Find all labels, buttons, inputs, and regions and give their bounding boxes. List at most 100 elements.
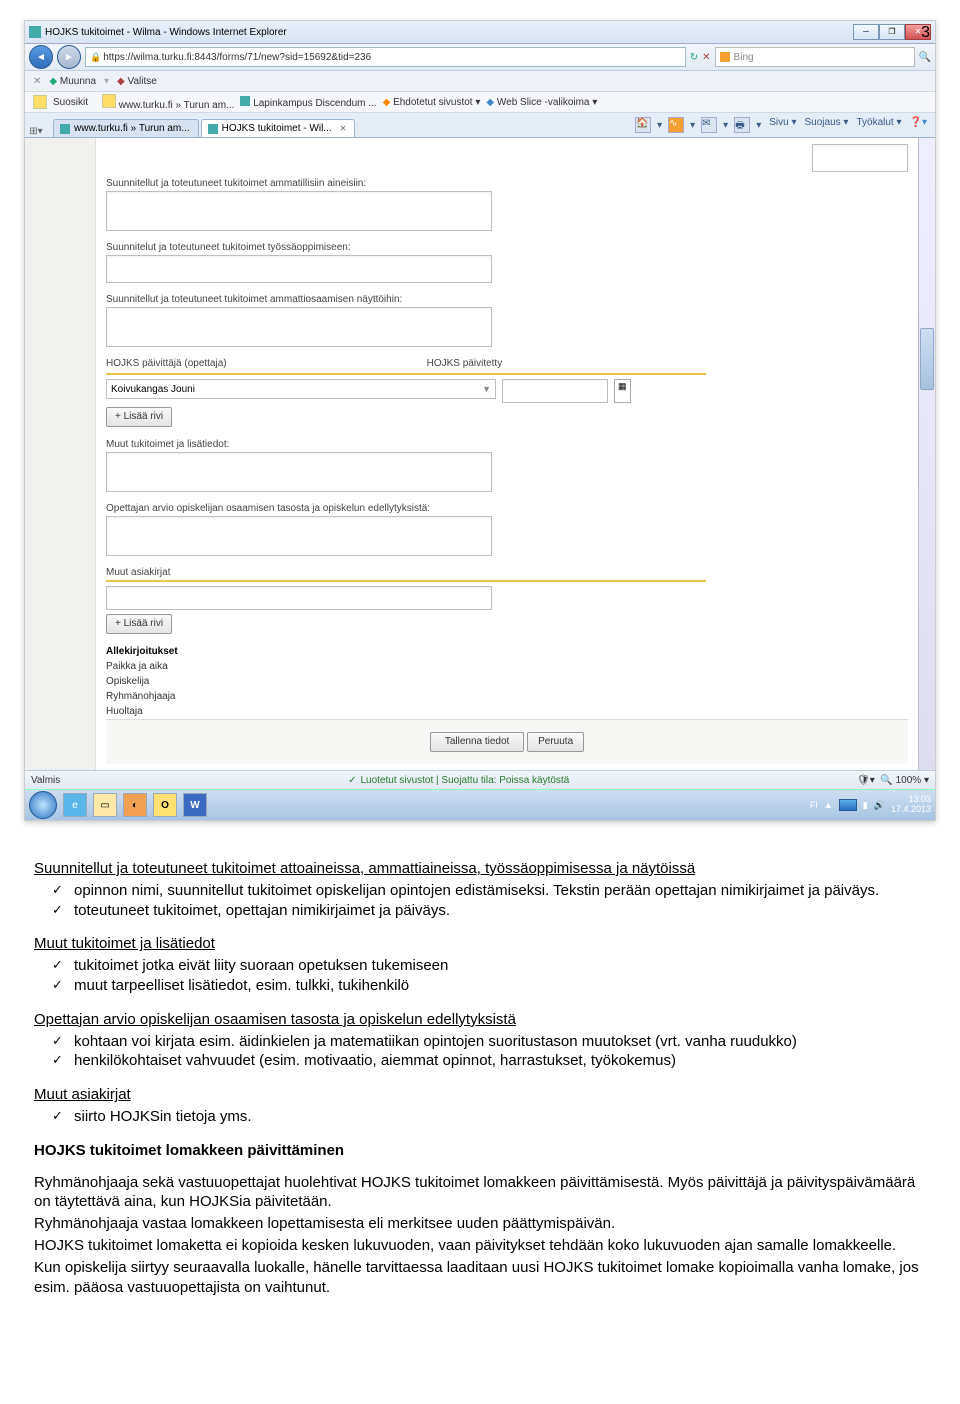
mail-icon[interactable]: ✉ <box>701 117 717 133</box>
input-paivitetty[interactable] <box>502 379 608 403</box>
volume-icon[interactable]: 🔊 <box>874 800 885 811</box>
suosikit-label[interactable]: Suosikit <box>53 97 88 108</box>
bing-icon <box>720 52 730 62</box>
url-text: https://wilma.turku.fi:8443/forms/71/new… <box>103 52 371 63</box>
textarea-nayttoihin[interactable] <box>106 307 492 347</box>
label-nayttoihin: Suunnitellut ja toteutuneet tukitoimet a… <box>106 294 908 305</box>
task-outlook-icon[interactable]: O <box>153 793 177 817</box>
stop-icon[interactable]: ✕ <box>702 52 710 63</box>
list-item: kohtaan voi kirjata esim. äidinkielen ja… <box>34 1032 926 1052</box>
task-browser-icon[interactable]: ◐ <box>123 793 147 817</box>
tab-label: www.turku.fi » Turun am... <box>74 123 190 134</box>
heading-muut-asiak: Muut asiakirjat <box>34 1085 926 1105</box>
network-icon[interactable]: ▮ <box>863 800 868 811</box>
menu-tyokalut[interactable]: Työkalut ▾ <box>856 117 901 133</box>
cancel-button[interactable]: Peruuta <box>527 732 584 752</box>
para-1: Ryhmänohjaaja sekä vastuuopettajat huole… <box>34 1173 926 1213</box>
document-body: Suunnitellut ja toteutuneet tukitoimet a… <box>0 851 960 1323</box>
pdf-toolbar: ✕ ◆ Muunna ▾ ◆ Valitse <box>25 71 935 92</box>
textarea-arvio[interactable] <box>106 516 492 556</box>
label-arvio: Opettajan arvio opiskelijan osaamisen ta… <box>106 503 908 514</box>
window-title: HOJKS tukitoimet - Wilma - Windows Inter… <box>45 27 287 38</box>
label-muut-asiak: Muut asiakirjat <box>106 567 908 578</box>
fav-link1[interactable]: www.turku.fi » Turun am... <box>119 100 235 111</box>
form-area: Suunnitellut ja toteutuneet tukitoimet a… <box>96 138 918 770</box>
heading-arvio: Opettajan arvio opiskelijan osaamisen ta… <box>34 1010 926 1030</box>
input-muut-asiak[interactable] <box>106 586 492 610</box>
menu-sivu[interactable]: Sivu ▾ <box>769 117 796 133</box>
system-tray: FI ▲ ▮ 🔊 13:03 17.4.2013 <box>810 795 931 815</box>
sig-title: Allekirjoitukset <box>106 646 908 657</box>
flag-icon[interactable] <box>839 799 857 811</box>
tab-close-icon[interactable]: ✕ <box>340 124 347 133</box>
textarea-amm-aineisiin[interactable] <box>106 191 492 231</box>
menu-suojaus[interactable]: Suojaus ▾ <box>805 117 849 133</box>
separator-line <box>106 580 706 582</box>
clock[interactable]: 13:03 17.4.2013 <box>891 795 931 815</box>
fav-link4[interactable]: Web Slice -valikoima <box>497 97 590 108</box>
fav-link2[interactable]: Lapinkampus Discendum ... <box>253 98 376 109</box>
fav-link-icon <box>102 94 116 108</box>
zoom-value: 100% <box>896 775 922 786</box>
label-amm-aineisiin: Suunnitellut ja toteutuneet tukitoimet a… <box>106 178 908 189</box>
tab-label: HOJKS tukitoimet - Wil... <box>222 123 332 134</box>
muunna-button[interactable]: ◆ Muunna <box>49 76 96 87</box>
address-bar[interactable]: 🔒 https://wilma.turku.fi:8443/forms/71/n… <box>85 47 686 67</box>
search-go-icon[interactable]: 🔍 <box>919 52 931 63</box>
para-3: HOJKS tukitoimet lomaketta ei kopioida k… <box>34 1236 926 1256</box>
forward-button[interactable]: ► <box>57 45 81 69</box>
lang-indicator[interactable]: FI <box>810 800 818 810</box>
maximize-button[interactable]: ❐ <box>879 24 905 40</box>
left-gutter <box>25 138 96 770</box>
start-button[interactable] <box>29 791 57 819</box>
list-1: opinnon nimi, suunnitellut tukitoimet op… <box>34 881 926 921</box>
select-paivittaja[interactable]: Koivukangas Jouni ▼ <box>106 379 496 399</box>
print-icon[interactable]: 🖶 <box>734 117 750 133</box>
task-ie-icon[interactable]: e <box>63 793 87 817</box>
titlebar: HOJKS tukitoimet - Wilma - Windows Inter… <box>25 21 935 44</box>
save-button[interactable]: Tallenna tiedot <box>430 732 525 752</box>
back-button[interactable]: ◄ <box>29 45 53 69</box>
list-item: toteutuneet tukitoimet, opettajan nimiki… <box>34 901 926 921</box>
list-item: opinnon nimi, suunnitellut tukitoimet op… <box>34 881 926 901</box>
list-4: siirto HOJKSin tietoja yms. <box>34 1107 926 1127</box>
status-valmis: Valmis <box>31 775 60 786</box>
fav-link-icon <box>240 96 250 106</box>
refresh-icon[interactable]: ↻ <box>690 52 698 63</box>
vertical-scrollbar[interactable] <box>918 138 935 770</box>
minimize-button[interactable]: ─ <box>853 24 879 40</box>
paivittaja-value: Koivukangas Jouni <box>111 384 195 395</box>
page-number: 3 <box>921 24 930 42</box>
favorites-star-icon[interactable] <box>33 95 47 109</box>
ie-favicon-icon <box>29 26 41 38</box>
task-explorer-icon[interactable]: ▭ <box>93 793 117 817</box>
windows-taskbar: e ▭ ◐ O W FI ▲ ▮ 🔊 13:03 17.4.2013 <box>25 789 935 820</box>
browser-tab-1[interactable]: www.turku.fi » Turun am... <box>53 119 199 137</box>
fav-link3[interactable]: Ehdotetut sivustot <box>393 97 473 108</box>
browser-tab-2[interactable]: HOJKS tukitoimet - Wil... ✕ <box>201 119 356 137</box>
textarea-tyossa[interactable] <box>106 255 492 283</box>
add-row-button-2[interactable]: + Lisää rivi <box>106 614 172 634</box>
home-icon[interactable]: 🏠 <box>635 117 651 133</box>
chevron-down-icon: ▼ <box>482 384 491 394</box>
para-4: Kun opiskelija siirtyy seuraavalla luoka… <box>34 1258 926 1298</box>
search-box[interactable]: Bing <box>715 47 915 67</box>
sig-huoltaja: Huoltaja <box>106 704 908 719</box>
tray-up-icon[interactable]: ▲ <box>824 800 833 810</box>
add-row-button-1[interactable]: + Lisää rivi <box>106 407 172 427</box>
check-icon: ✓ <box>348 775 356 786</box>
lock-icon: 🔒 <box>90 52 101 63</box>
help-icon[interactable]: ❓▾ <box>910 117 927 133</box>
task-word-icon[interactable]: W <box>183 793 207 817</box>
label-paivittaja: HOJKS päivittäjä (opettaja) <box>106 358 227 369</box>
scroll-thumb[interactable] <box>920 328 934 390</box>
calendar-icon[interactable]: ▦ <box>614 379 631 403</box>
zoom-icon[interactable]: 🔍 <box>880 775 892 786</box>
form-actions: Tallenna tiedot Peruuta <box>106 719 908 764</box>
top-small-field[interactable] <box>812 144 908 172</box>
feed-icon[interactable]: ∿ <box>668 117 684 133</box>
valitse-button[interactable]: ◆ Valitse <box>117 76 157 87</box>
heading-paivittaminen: HOJKS tukitoimet lomakkeen päivittäminen <box>34 1141 926 1161</box>
security-icon[interactable]: 🛡▾ <box>857 775 875 786</box>
textarea-muut-tuki[interactable] <box>106 452 492 492</box>
